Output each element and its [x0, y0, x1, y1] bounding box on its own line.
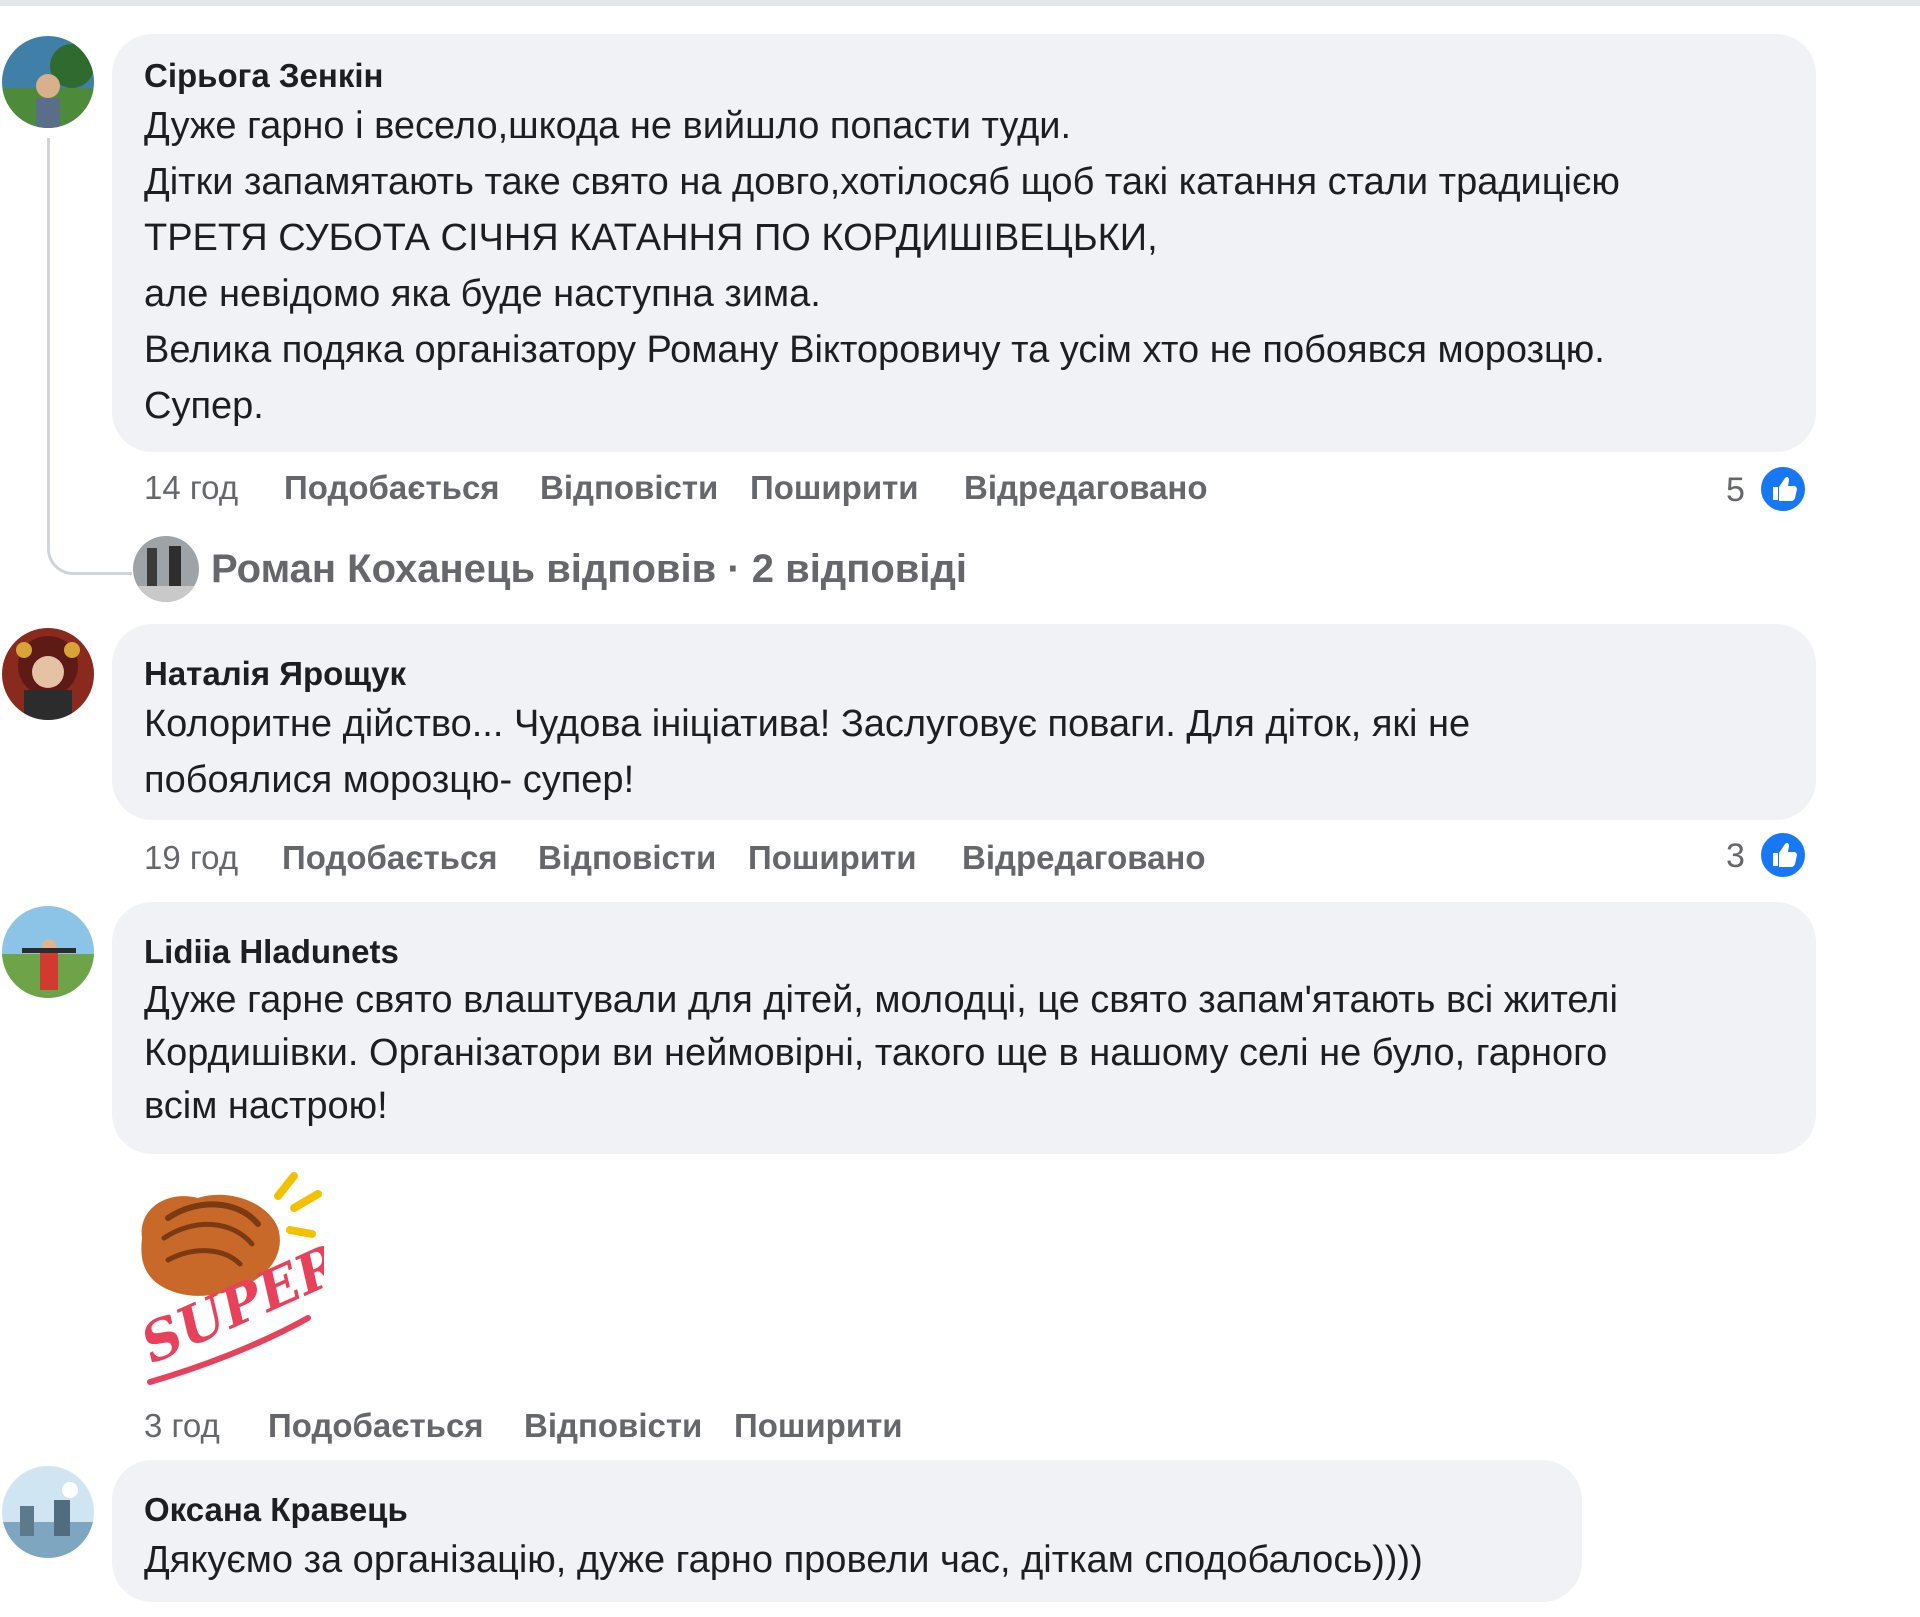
- reaction-count: 5: [1726, 471, 1745, 509]
- reply-author-avatar: [133, 536, 199, 602]
- reaction-summary[interactable]: 3: [1726, 830, 1816, 882]
- comment-text-line: Дуже гарне свято влаштували для дітей, м…: [144, 979, 1618, 1021]
- reply-button[interactable]: Відповісти: [538, 834, 716, 882]
- comment-text-line: але невідомо яка буде наступна зима.: [144, 273, 821, 315]
- like-icon: [1758, 830, 1808, 880]
- comment-author[interactable]: Наталія Ярощук: [144, 652, 1784, 696]
- avatar-photo: [2, 36, 94, 128]
- comment-text-line: Дітки запамятають таке свято на довго,хо…: [144, 161, 1620, 203]
- share-button[interactable]: Поширити: [748, 834, 917, 882]
- comment-text-line: всім настрою!: [144, 1085, 388, 1127]
- edited-label: Відредаговано: [962, 839, 1206, 876]
- avatar[interactable]: [2, 1466, 94, 1558]
- comment-text-line: ТРЕТЯ СУБОТА СІЧНЯ КАТАННЯ ПО КОРДИШІВЕЦ…: [144, 217, 1158, 259]
- reply-button[interactable]: Відповісти: [540, 464, 718, 512]
- like-icon: [1758, 464, 1808, 514]
- comment-text-line: Велика подяка організатору Роману Віктор…: [144, 329, 1605, 371]
- comment-text-line: Кордишівки. Організатори ви неймовірні, …: [144, 1032, 1608, 1074]
- replies-summary[interactable]: Роман Коханець відповів · 2 відповіді: [211, 536, 967, 602]
- avatar-photo: [2, 628, 94, 720]
- comment-bubble: Оксана Кравець Дякуємо за організацію, д…: [112, 1460, 1582, 1602]
- comment-author[interactable]: Сірьога Зенкін: [144, 54, 1784, 98]
- avatar[interactable]: [2, 628, 94, 720]
- comment-actions: 14 год Подобається Відповісти Поширити В…: [144, 464, 1244, 512]
- comment-text-line: Дуже гарно і весело,шкода не вийшло попа…: [144, 105, 1072, 147]
- edited-label: Відредаговано: [964, 469, 1208, 506]
- comment-timestamp[interactable]: 19 год: [144, 834, 238, 882]
- comment-text-line: побоялися морозцю- супер!: [144, 759, 635, 801]
- comment-bubble: Сірьога Зенкін Дуже гарно і весело,шкода…: [112, 34, 1816, 452]
- comment-actions: 19 год Подобається Відповісти Поширити В…: [144, 834, 1244, 882]
- comment-actions: 3 год Подобається Відповісти Поширити: [144, 1402, 1044, 1450]
- like-button[interactable]: Подобається: [268, 1402, 484, 1450]
- comment-author[interactable]: Lidiia Hladunets: [144, 930, 1784, 974]
- comment-text-line: Дякуємо за організацію, дуже гарно прове…: [144, 1539, 1423, 1581]
- comment-author[interactable]: Оксана Кравець: [144, 1488, 1550, 1532]
- avatar-photo: [2, 1466, 94, 1558]
- share-button[interactable]: Поширити: [734, 1402, 903, 1450]
- comment-text-line: Супер.: [144, 385, 264, 427]
- share-button[interactable]: Поширити: [750, 464, 919, 512]
- top-divider: [0, 0, 1920, 6]
- comment-timestamp[interactable]: 3 год: [144, 1402, 220, 1450]
- comment-timestamp[interactable]: 14 год: [144, 464, 238, 512]
- avatar[interactable]: [2, 36, 94, 128]
- reply-button[interactable]: Відповісти: [524, 1402, 702, 1450]
- reaction-summary[interactable]: 5: [1726, 464, 1816, 516]
- reaction-count: 3: [1726, 837, 1745, 875]
- comment-text-line: Колоритне дійство... Чудова ініціатива! …: [144, 703, 1471, 745]
- comment-bubble: Lidiia Hladunets Дуже гарне свято влашту…: [112, 902, 1816, 1154]
- like-button[interactable]: Подобається: [284, 464, 500, 512]
- super-sticker[interactable]: SUPER!: [128, 1168, 373, 1390]
- comment-bubble: Наталія Ярощук Колоритне дійство... Чудо…: [112, 624, 1816, 820]
- avatar[interactable]: [2, 906, 94, 998]
- like-button[interactable]: Подобається: [282, 834, 498, 882]
- avatar-photo: [2, 906, 94, 998]
